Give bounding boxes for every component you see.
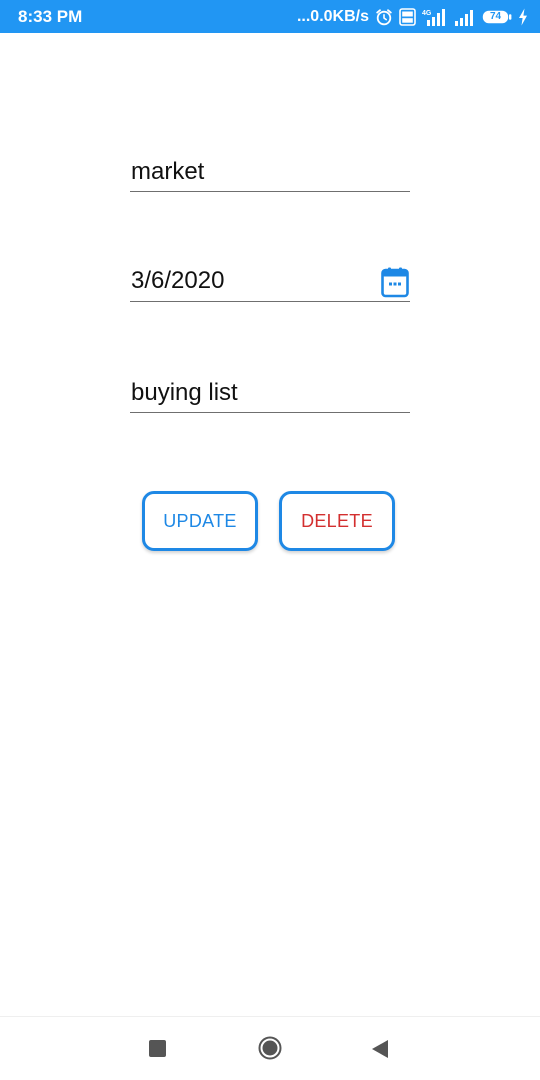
back-icon[interactable] xyxy=(371,1039,389,1059)
network-type-label: 4G xyxy=(422,10,432,17)
status-bar: 8:33 PM ...0.0KB/s 4G 74 xyxy=(0,0,540,33)
calendar-icon[interactable] xyxy=(381,267,409,298)
date-field[interactable]: 3/6/2020 xyxy=(130,267,410,302)
status-icons: ...0.0KB/s 4G 74 xyxy=(297,5,528,29)
description-field-value: buying list xyxy=(131,379,238,406)
navigation-bar xyxy=(0,1016,540,1080)
battery-icon: 74 xyxy=(482,10,512,24)
volte-icon xyxy=(399,8,416,26)
title-field-value: market xyxy=(131,158,205,185)
update-button[interactable]: UPDATE xyxy=(142,491,258,551)
title-field[interactable]: market xyxy=(130,158,410,192)
home-icon[interactable] xyxy=(258,1036,282,1060)
signal-icon xyxy=(455,10,473,26)
alarm-icon xyxy=(376,9,392,26)
recent-apps-icon[interactable] xyxy=(149,1040,166,1057)
signal-4g-icon: 4G xyxy=(422,9,445,26)
battery-percent: 74 xyxy=(489,11,502,22)
delete-button[interactable]: DELETE xyxy=(279,491,395,551)
status-time: 8:33 PM xyxy=(18,7,83,26)
charging-icon xyxy=(519,8,527,26)
network-speed: ...0.0KB/s xyxy=(296,8,369,25)
description-field[interactable]: buying list xyxy=(130,379,410,413)
date-field-value: 3/6/2020 xyxy=(131,267,225,294)
screen: 8:33 PM ...0.0KB/s 4G 74 market 3/6/2020… xyxy=(0,0,540,1080)
